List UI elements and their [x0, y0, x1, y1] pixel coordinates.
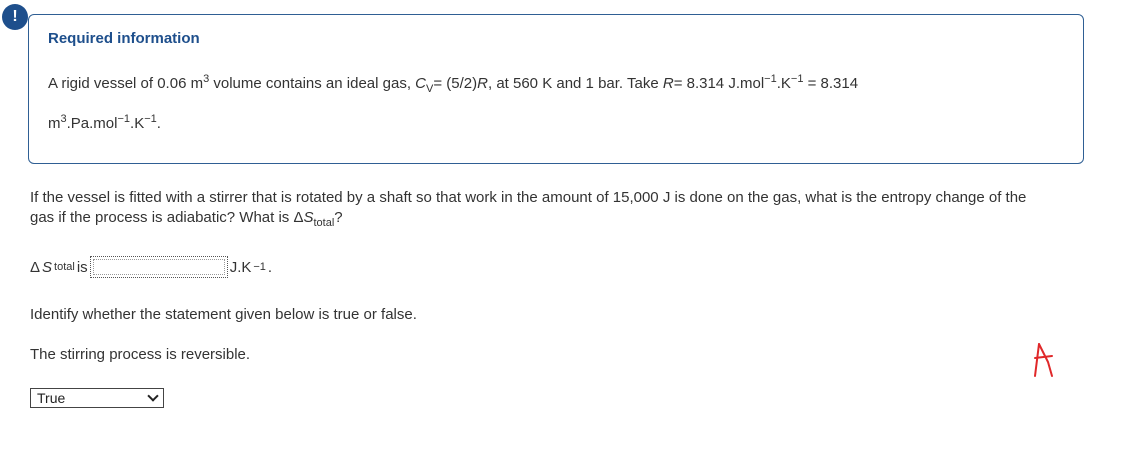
s-symbol: S [303, 209, 314, 226]
info-text-part: . [156, 115, 161, 132]
info-text-part: .K [130, 115, 145, 132]
info-text-part: .Pa.mol [66, 115, 118, 132]
unit-label: J.K [229, 258, 252, 276]
info-text-part: .K [776, 75, 791, 92]
question-part: ? [334, 209, 343, 226]
handwritten-mark-icon [1034, 343, 1053, 377]
alert-icon: ! [2, 4, 28, 30]
is-label: is [76, 258, 88, 276]
exponent: −1 [117, 113, 131, 125]
delta-symbol: Δ [30, 258, 41, 276]
r-symbol: R [662, 75, 674, 92]
identify-instruction: Identify whether the statement given bel… [30, 306, 417, 323]
cv-symbol: C [415, 75, 427, 92]
statement-text: The stirring process is reversible. [30, 346, 251, 363]
entropy-answer-input[interactable] [89, 256, 228, 278]
info-text-part: , at 560 K and 1 bar. Take [487, 75, 663, 92]
unit-end: . [267, 258, 273, 276]
info-text-part: = (5/2) [433, 75, 478, 92]
chevron-down-icon [147, 390, 159, 402]
answer-line: Δ Stotal is J.K −1. [30, 256, 272, 278]
question-part: If the vessel is fitted with a stirrer t… [30, 189, 1027, 226]
total-subscript: total [54, 261, 75, 273]
info-text-part: A rigid vessel of 0.06 m [48, 75, 204, 92]
info-text-part: = 8.314 J.mol [673, 75, 765, 92]
exponent: −1 [764, 73, 777, 85]
s-symbol: S [42, 258, 53, 276]
required-info-text: A rigid vessel of 0.06 m3 volume contain… [48, 64, 1038, 139]
info-text-part: = 8.314 [803, 75, 859, 92]
exponent: −1 [790, 73, 804, 85]
true-false-select[interactable]: True [30, 388, 164, 408]
select-value: True [37, 390, 66, 406]
alert-glyph: ! [12, 8, 18, 25]
total-subscript: total [313, 217, 335, 229]
info-text-part: volume contains an ideal gas, [209, 75, 416, 92]
exponent: −1 [144, 113, 157, 125]
required-info-title: Required information [48, 30, 200, 47]
info-text-part: m [48, 115, 61, 132]
question-text: If the vessel is fitted with a stirrer t… [30, 188, 1040, 233]
unit-exponent: −1 [253, 261, 266, 273]
r-symbol: R [477, 75, 488, 92]
